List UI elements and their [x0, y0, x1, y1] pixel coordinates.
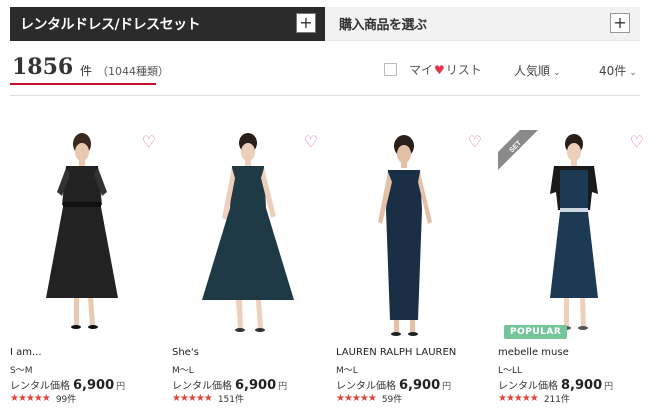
price-label: レンタル価格	[172, 381, 232, 392]
per-page-select[interactable]: 40件 ⌄	[599, 62, 637, 79]
mylist-label-prefix: マイ	[409, 63, 434, 77]
favorite-heart-icon[interactable]: ♡	[630, 132, 644, 151]
product-name[interactable]: I am...	[10, 347, 42, 358]
price-currency: 円	[116, 382, 126, 392]
price-label: レンタル価格	[498, 381, 558, 392]
review-count[interactable]: 59件	[382, 392, 402, 405]
expand-rental-button[interactable]: +	[296, 13, 316, 33]
rating-row: ★★★★★ 99件	[10, 392, 76, 405]
mylist-label-suffix: リスト	[445, 63, 482, 77]
product-card[interactable]: ♡ She's M〜L レンタル価格 6,900 円 ★★★★★ 151件	[172, 130, 322, 415]
mylist-checkbox[interactable]	[384, 63, 397, 76]
rating-row: ★★★★★ 59件	[336, 392, 402, 405]
price-row: レンタル価格 8,900 円	[498, 374, 613, 393]
favorite-heart-icon[interactable]: ♡	[304, 132, 318, 151]
star-rating-icon: ★★★★★	[498, 393, 539, 404]
review-count[interactable]: 151件	[218, 392, 244, 405]
product-card[interactable]: ♡ I am... S〜M レンタル価格 6,900 円 ★★★★★ 99件	[10, 130, 160, 415]
product-image[interactable]	[10, 130, 160, 342]
mylist-filter[interactable]: マイ ♥ リスト	[384, 61, 482, 78]
tab-purchase-label: 購入商品を選ぶ	[339, 18, 427, 33]
result-kinds: （1044種類）	[97, 65, 169, 78]
price-currency: 円	[442, 382, 452, 392]
result-count-number: 1856	[12, 54, 74, 80]
chevron-down-icon: ⌄	[553, 68, 561, 78]
price-value: 6,900	[73, 378, 115, 393]
popular-badge: POPULAR	[504, 325, 568, 339]
category-tabs: レンタルドレス/ドレスセット + 購入商品を選ぶ +	[10, 7, 640, 41]
price-currency: 円	[278, 382, 288, 392]
count-underline	[10, 83, 156, 85]
expand-purchase-button[interactable]: +	[610, 13, 630, 33]
favorite-heart-icon[interactable]: ♡	[468, 132, 482, 151]
star-rating-icon: ★★★★★	[336, 393, 377, 404]
price-label: レンタル価格	[10, 381, 70, 392]
product-name[interactable]: She's	[172, 347, 199, 358]
star-rating-icon: ★★★★★	[172, 393, 213, 404]
price-row: レンタル価格 6,900 円	[10, 374, 125, 393]
heart-icon: ♥	[434, 62, 445, 77]
star-rating-icon: ★★★★★	[10, 393, 51, 404]
tab-rental-label: レンタルドレス/ドレスセット	[20, 17, 201, 33]
review-count[interactable]: 99件	[56, 392, 76, 405]
rating-row: ★★★★★ 151件	[172, 392, 244, 405]
product-card[interactable]: SET POPULAR ♡ mebelle muse L〜LL レンタル価格 8,…	[498, 130, 648, 415]
chevron-down-icon: ⌄	[629, 68, 637, 78]
product-image[interactable]	[172, 130, 322, 342]
review-count[interactable]: 211件	[544, 392, 570, 405]
set-ribbon: SET	[498, 130, 538, 170]
per-page-label: 40件	[599, 64, 627, 78]
price-value: 8,900	[561, 378, 603, 393]
price-value: 6,900	[235, 378, 277, 393]
product-name[interactable]: mebelle muse	[498, 347, 569, 358]
divider	[10, 95, 640, 96]
result-count-unit: 件	[80, 64, 93, 78]
product-name[interactable]: LAUREN RALPH LAUREN	[336, 347, 456, 358]
price-label: レンタル価格	[336, 381, 396, 392]
tab-purchase[interactable]: 購入商品を選ぶ +	[325, 7, 640, 41]
product-card[interactable]: ♡ LAUREN RALPH LAUREN M〜L レンタル価格 6,900 円 ★…	[336, 130, 486, 415]
sort-select[interactable]: 人気順 ⌄	[514, 62, 561, 79]
price-currency: 円	[604, 382, 614, 392]
tab-rental-dress[interactable]: レンタルドレス/ドレスセット +	[10, 7, 325, 41]
price-value: 6,900	[399, 378, 441, 393]
product-image[interactable]	[336, 130, 486, 342]
price-row: レンタル価格 6,900 円	[336, 374, 451, 393]
sort-label: 人気順	[514, 64, 551, 78]
price-row: レンタル価格 6,900 円	[172, 374, 287, 393]
rating-row: ★★★★★ 211件	[498, 392, 570, 405]
favorite-heart-icon[interactable]: ♡	[142, 132, 156, 151]
